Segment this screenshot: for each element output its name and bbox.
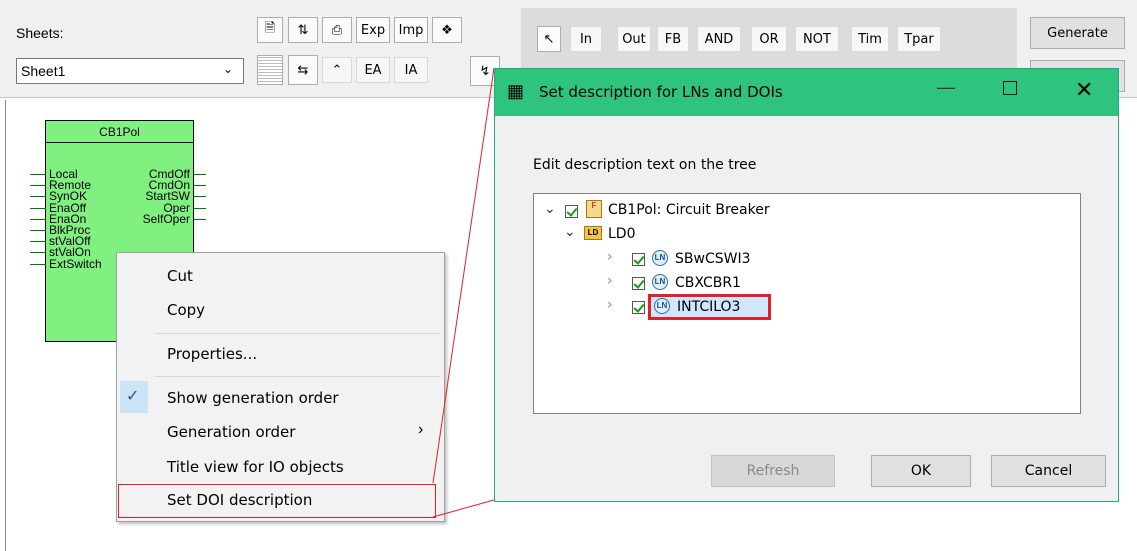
ln-icon: LN (652, 274, 668, 290)
tree-node-label[interactable]: CBXCBR1 (675, 275, 741, 291)
expand-ld-icon[interactable]: ⌄ (564, 224, 576, 240)
ld-icon: LD (584, 226, 602, 240)
callout-line-bottom (432, 499, 495, 518)
root-checkbox[interactable] (565, 205, 578, 218)
expand-node-icon[interactable]: › (607, 297, 613, 313)
ln-icon: LN (654, 298, 670, 314)
tree-ld-label[interactable]: LD0 (608, 226, 636, 242)
close-icon[interactable]: ✕ (1075, 77, 1093, 103)
device-icon: F (586, 200, 602, 218)
minimize-icon[interactable]: — (937, 77, 955, 98)
maximize-icon[interactable] (1003, 81, 1017, 95)
expand-node-icon[interactable]: › (607, 249, 613, 265)
callout-line-top (432, 67, 495, 484)
node-checkbox[interactable] (632, 301, 645, 314)
node-checkbox[interactable] (632, 277, 645, 290)
tree-node-label[interactable]: SBwCSWI3 (675, 251, 750, 267)
dialog-instruction: Edit description text on the tree (533, 157, 757, 173)
set-description-dialog: ▦ Set description for LNs and DOIs — ✕ E… (494, 68, 1119, 502)
dialog-titlebar: ▦ Set description for LNs and DOIs — ✕ (495, 69, 1118, 116)
dialog-title: Set description for LNs and DOIs (539, 83, 783, 101)
expand-root-icon[interactable]: ⌄ (544, 201, 556, 217)
tree-node-label-selected[interactable]: INTCILO3 (677, 299, 740, 315)
node-checkbox[interactable] (632, 253, 645, 266)
expand-node-icon[interactable]: › (607, 273, 613, 289)
description-tree[interactable]: ⌄ F CB1Pol: Circuit Breaker ⌄ LD LD0 › L… (533, 193, 1081, 414)
ln-icon: LN (652, 250, 668, 266)
refresh-button[interactable]: Refresh (711, 455, 835, 487)
cancel-button[interactable]: Cancel (991, 455, 1106, 487)
dialog-app-icon: ▦ (507, 81, 525, 101)
ok-button[interactable]: OK (871, 455, 971, 487)
tree-root-label[interactable]: CB1Pol: Circuit Breaker (608, 202, 770, 218)
